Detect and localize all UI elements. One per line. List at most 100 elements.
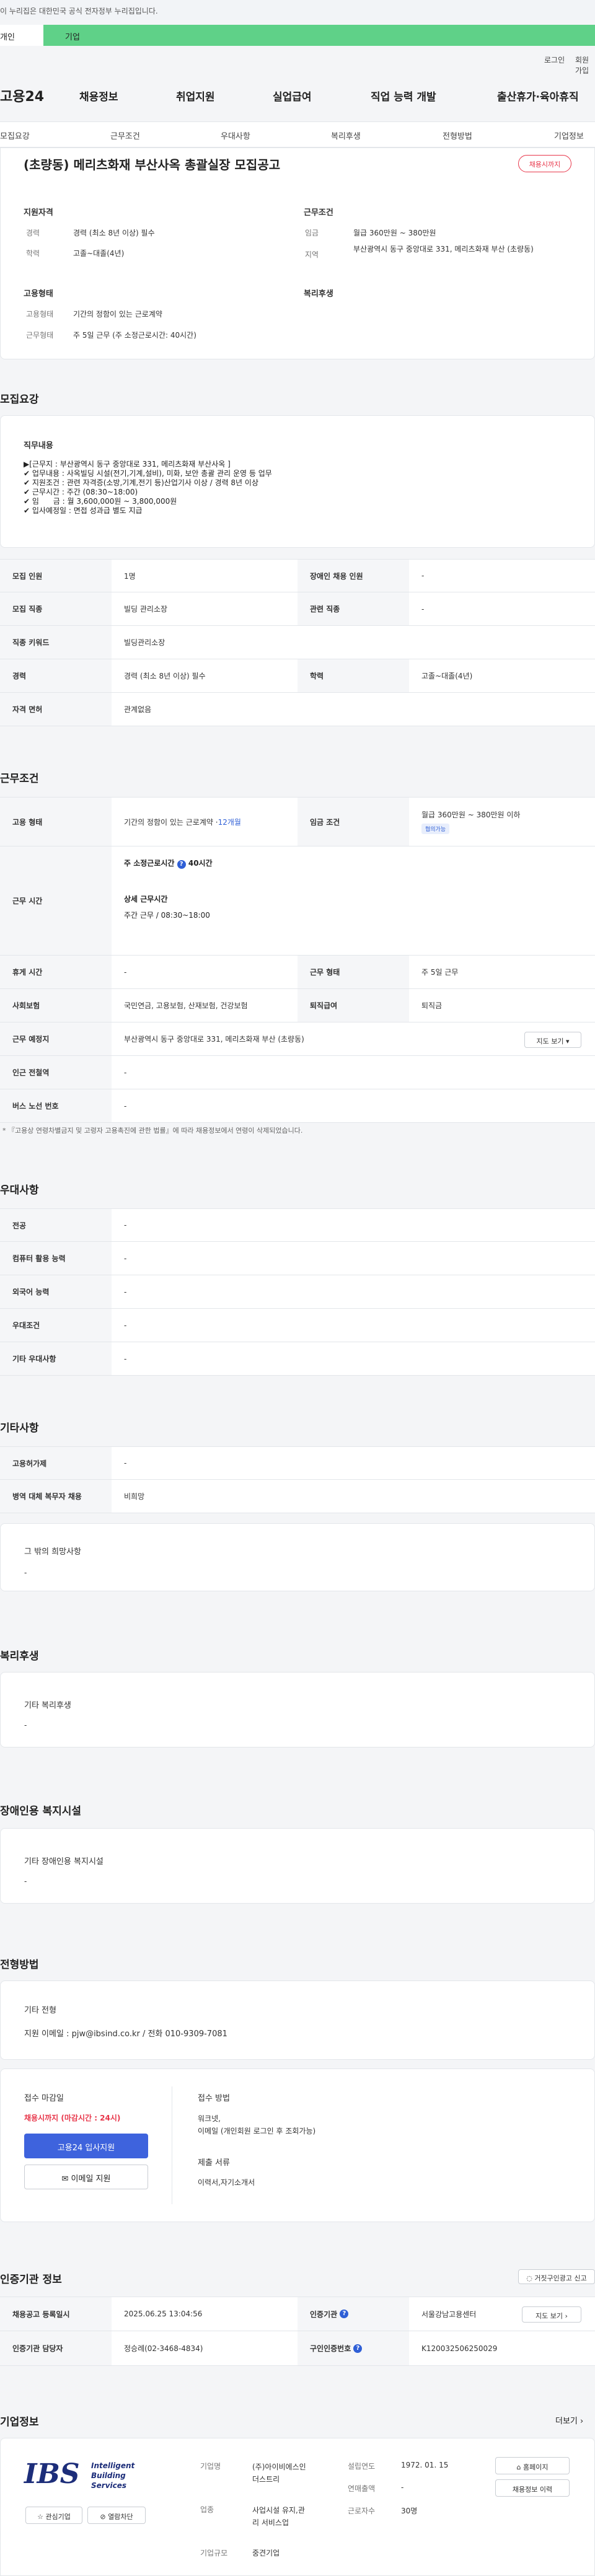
duty-text: ▶[근무지 : 부산광역시 동구 중앙대로 331, 메리츠화재 부산사옥 ] … xyxy=(24,460,272,515)
detail-hours-title: 상세 근무시간 xyxy=(124,895,168,903)
row-label: 관련 직종 xyxy=(298,592,409,625)
email-apply-button[interactable]: ✉ 이메일 지원 xyxy=(24,2165,148,2189)
conditions-section-title: 근무조건 xyxy=(0,773,39,785)
table-row: 자격 면허 관계없음 xyxy=(0,693,595,726)
table-row: 사회보험 국민연금, 고용보험, 산재보험, 건강보험 퇴직급여 퇴직금 xyxy=(0,989,595,1022)
table-row: 모집 직종 빌딩 관리소장 관련 직종 - xyxy=(0,592,595,626)
subnav-recruit[interactable]: 모집요강 xyxy=(0,130,30,141)
row-value: - xyxy=(421,571,425,580)
recruit-section-title: 모집요강 xyxy=(0,393,39,406)
screening-card: 기타 전형 지원 이메일 : pjw@ibsind.co.kr / 전화 010… xyxy=(0,1980,595,2060)
row-value: 서울강남고용센터 xyxy=(421,2310,477,2319)
disabled-card: 기타 장애인용 복지시설 - xyxy=(0,1828,595,1904)
row-label: 휴게 시간 xyxy=(0,956,112,988)
star-icon: ☆ xyxy=(37,2513,43,2521)
apply-card: 접수 마감일 채용시까지 (마감시간 : 24시) 고용24 입사지원 ✉ 이메… xyxy=(0,2068,595,2222)
tab-personal[interactable]: 개인 xyxy=(0,25,43,46)
row-label: 채용공고 등록일시 xyxy=(0,2297,112,2331)
row-value: 빌딩관리소장 xyxy=(124,638,165,647)
table-row: 버스 노선 번호 - xyxy=(0,1089,595,1123)
block-button[interactable]: ⊘ 열람차단 xyxy=(87,2507,146,2524)
career-value: 경력 (최소 8년 이상) 필수 xyxy=(73,229,155,237)
emp-heading: 고용형태 xyxy=(24,289,53,299)
row-value: 정승례(02-3468-4834) xyxy=(124,2344,203,2353)
negotiable-chip: 협의가능 xyxy=(421,824,450,834)
row-label: 우대조건 xyxy=(0,1309,112,1342)
subnav-conditions[interactable]: 근무조건 xyxy=(110,130,140,141)
welfare-value: - xyxy=(24,1721,27,1730)
docs-value: 이력서,자기소개서 xyxy=(198,2178,255,2187)
subnav-welfare[interactable]: 복리후생 xyxy=(331,130,361,141)
row-value: - xyxy=(124,1254,127,1263)
row-label: 직종 키워드 xyxy=(0,626,112,659)
subnav-preference[interactable]: 우대사항 xyxy=(221,130,250,141)
help-icon[interactable]: ? xyxy=(177,860,186,869)
row-value: 2025.06.25 13:04:56 xyxy=(124,2310,203,2318)
edu-value: 고졸~대졸(4년) xyxy=(73,249,125,258)
favorite-button[interactable]: ☆ 관심기업 xyxy=(25,2507,82,2524)
row-value: 주 5일 근무 xyxy=(421,968,459,977)
table-row: 병역 대체 복무자 채용 비희망 xyxy=(0,1480,595,1513)
row-value: - xyxy=(124,1068,127,1077)
tab-company[interactable]: 기업 xyxy=(43,25,595,46)
deadline-value: 채용시까지 (마감시간 : 24시) xyxy=(24,2114,121,2122)
row-value: - xyxy=(124,1459,127,1467)
emptype-label: 고용형태 xyxy=(26,310,54,319)
site-logo[interactable]: 고용24 xyxy=(0,86,44,105)
gnb-jobs[interactable]: 채용정보 xyxy=(79,88,118,103)
row-value: 국민연금, 고용보험, 산재보험, 건강보험 xyxy=(124,1001,248,1010)
table-row: 컴퓨터 활용 능력 - xyxy=(0,1242,595,1275)
subnav-company[interactable]: 기업정보 xyxy=(554,130,584,141)
homepage-button[interactable]: ⌂ 홈페이지 xyxy=(495,2457,570,2474)
page-title: (초량동) 메리츠화재 부산사옥 총괄실장 모집공고 xyxy=(24,157,281,172)
est-value: 1972. 01. 15 xyxy=(401,2461,449,2469)
row-label: 경력 xyxy=(0,659,112,692)
gnb-training[interactable]: 직업 능력 개발 xyxy=(371,88,436,103)
subnav-screening[interactable]: 전형방법 xyxy=(443,130,472,141)
home-icon: ⌂ xyxy=(516,2463,521,2471)
more-link[interactable]: 더보기 › xyxy=(555,2414,583,2426)
company-card: IBS Intelligent Building Services ☆ 관심기업… xyxy=(0,2438,595,2576)
mail-icon: ✉ xyxy=(61,2174,69,2184)
row-value: - xyxy=(124,1221,127,1229)
gnb-unemployment[interactable]: 실업급여 xyxy=(273,88,312,103)
table-row: 휴게 시간 - 근무 형태 주 5일 근무 xyxy=(0,956,595,989)
row-value: 고졸~대졸(4년) xyxy=(421,672,473,680)
map-button[interactable]: 지도 보기 ▾ xyxy=(524,1032,581,1048)
block-icon: ⊘ xyxy=(100,2513,106,2521)
table-row: 경력 경력 (최소 8년 이상) 필수 학력 고졸~대졸(4년) xyxy=(0,659,595,693)
row-label: 퇴직급여 xyxy=(298,989,409,1022)
gnb-employment-support[interactable]: 취업지원 xyxy=(176,88,215,103)
help-icon[interactable]: ? xyxy=(353,2344,363,2353)
etc-section-title: 기타사항 xyxy=(0,1422,39,1435)
apply-button[interactable]: 고용24 입사지원 xyxy=(24,2134,148,2158)
qual-heading: 지원자격 xyxy=(24,208,53,218)
status-badge: 채용시까지 xyxy=(518,155,571,172)
job-history-button[interactable]: 채용정보 이력 xyxy=(495,2479,570,2497)
join-link[interactable]: 회원가입 xyxy=(575,55,595,76)
table-row: 직종 키워드 빌딩관리소장 xyxy=(0,626,595,659)
hope-title: 그 밖의 희망사항 xyxy=(24,1547,81,1557)
hope-value: - xyxy=(24,1568,27,1577)
hours-title: 주 소정근로시간 ? 40시간 xyxy=(124,859,213,869)
company-section-title: 기업정보 xyxy=(0,2416,39,2429)
auth-map-button[interactable]: 지도 보기 › xyxy=(522,2306,581,2323)
table-row: 외국어 능력 - xyxy=(0,1275,595,1309)
company-name-label: 기업명 xyxy=(200,2462,221,2471)
hope-card: 그 밖의 희망사항 - xyxy=(0,1523,595,1591)
welfare-section-title: 복리후생 xyxy=(0,1650,39,1663)
career-label: 경력 xyxy=(26,229,40,237)
help-icon[interactable]: ? xyxy=(340,2310,349,2318)
welfare-card: 기타 복리후생 - xyxy=(0,1672,595,1747)
welfare-title: 기타 복리후생 xyxy=(24,1701,71,1710)
row-value: K120032506250029 xyxy=(421,2344,498,2353)
report-button[interactable]: ◌ 거짓구인광고 신고 xyxy=(518,2269,595,2284)
table-row: 인근 전철역 - xyxy=(0,1056,595,1089)
gnb-leave[interactable]: 출산휴가·육아휴직 xyxy=(497,88,579,103)
auth-section-title: 인증기관 정보 xyxy=(0,2274,62,2286)
siren-icon: ◌ xyxy=(526,2274,532,2282)
table-row: 전공 - xyxy=(0,1208,595,1242)
login-link[interactable]: 로그인 xyxy=(544,55,565,65)
method-value: 워크넷, 이메일 (개인회원 로그인 후 조회가능) xyxy=(198,2114,316,2135)
docs-title: 제출 서류 xyxy=(198,2158,230,2168)
